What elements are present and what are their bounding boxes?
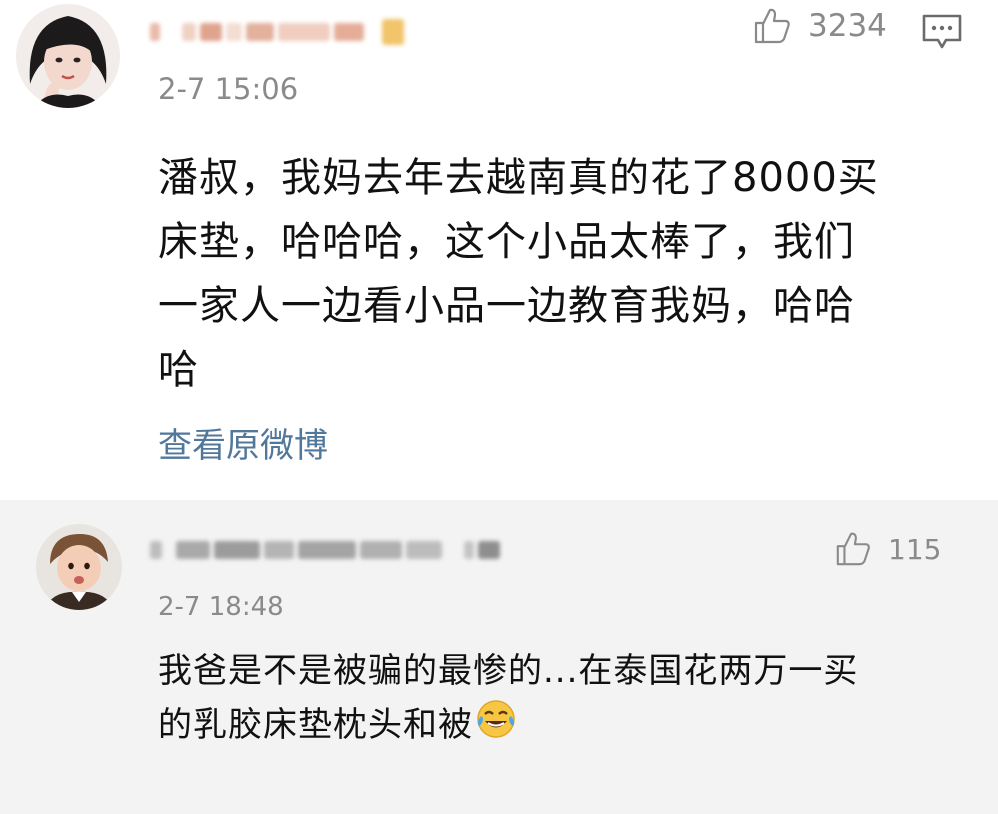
comment-text-line: 潘叔，我妈去年去越南真的花了8000买 [158, 155, 879, 201]
like-count: 115 [888, 532, 942, 566]
thumbs-up-icon [754, 8, 790, 44]
avatar[interactable] [16, 4, 120, 108]
view-original-post-link[interactable]: 查看原微博 [158, 418, 328, 467]
comment-text: 我爸是不是被骗的最惨的...在泰国花两万一买 的乳胶床垫枕头和被 [158, 644, 958, 756]
comment-text-line: 我爸是不是被骗的最惨的...在泰国花两万一买 [158, 651, 859, 691]
thumbs-up-icon [836, 532, 870, 566]
comment-text-line: 哈 [158, 347, 199, 393]
like-count: 3234 [808, 8, 887, 44]
comment-item: 2-7 15:06 3234 潘叔，我妈去年去越南真的花了8000买 床垫，哈哈… [0, 0, 998, 500]
comment-text-line: 的乳胶床垫枕头和被 [158, 698, 958, 756]
username-blurred[interactable] [150, 530, 500, 570]
comment-item: 2-7 18:48 115 我爸是不是被骗的最惨的...在泰国花两万一买 的乳胶… [0, 500, 998, 814]
like-button[interactable]: 115 [834, 530, 941, 568]
comment-text: 潘叔，我妈去年去越南真的花了8000买 床垫，哈哈哈，这个小品太棒了，我们 一家… [158, 146, 948, 402]
comment-text-line: 一家人一边看小品一边教育我妈，哈哈 [158, 283, 855, 329]
comment-time: 2-7 15:06 [158, 72, 299, 106]
crying-laughing-emoji [475, 698, 517, 756]
username-blurred[interactable] [150, 10, 404, 54]
like-button[interactable]: 3234 [752, 6, 887, 46]
comment-text-segment: 的乳胶床垫枕头和被 [158, 705, 473, 745]
comment-time: 2-7 18:48 [158, 592, 284, 622]
comment-bubble-icon[interactable] [920, 12, 964, 52]
avatar[interactable] [36, 524, 122, 610]
comment-text-line: 床垫，哈哈哈，这个小品太棒了，我们 [158, 219, 855, 265]
